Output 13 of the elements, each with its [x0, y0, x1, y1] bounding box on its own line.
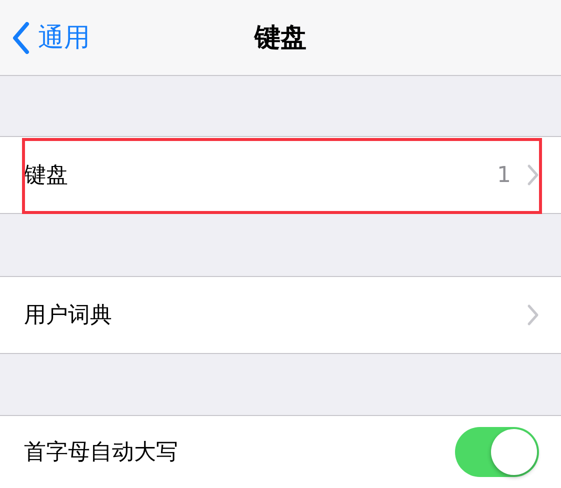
nav-title: 键盘	[254, 22, 306, 55]
settings-row[interactable]: 首字母自动大写	[0, 416, 561, 488]
chevron-icon	[527, 304, 539, 326]
row-value: 1	[497, 162, 511, 188]
settings-row[interactable]: 键盘 1	[0, 137, 561, 213]
back-button[interactable]: 通用	[12, 0, 90, 75]
row-label: 键盘	[24, 162, 69, 190]
row-label: 首字母自动大写	[24, 439, 179, 467]
toggle-switch[interactable]	[455, 427, 539, 477]
back-chevron-icon	[12, 22, 30, 54]
settings-row[interactable]: 用户词典	[0, 277, 561, 353]
row-label: 用户词典	[24, 302, 113, 330]
chevron-icon	[527, 164, 539, 186]
